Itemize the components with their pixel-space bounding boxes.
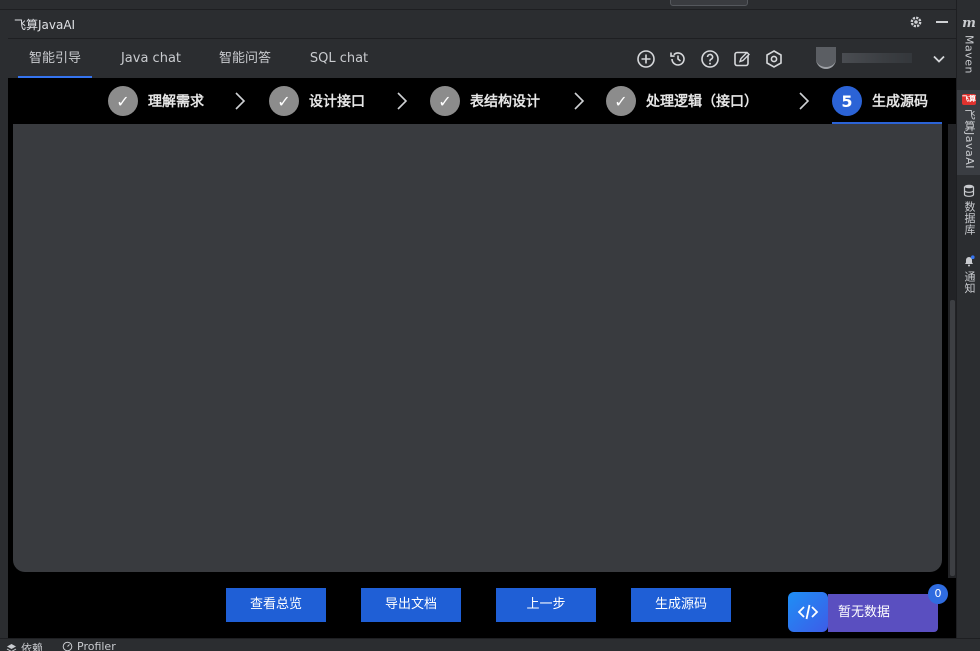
main-tabs: 智能引导 Java chat 智能问答 SQL chat	[8, 38, 956, 79]
run-config-button[interactable]	[670, 0, 748, 6]
count-badge: 0	[928, 584, 948, 604]
progress-steps: ✓ 理解需求 ✓ 设计接口 ✓ 表结构设计 ✓ 处理逻辑（接口） 5 生成源码	[8, 78, 956, 124]
database-icon	[963, 184, 975, 197]
username-redacted	[842, 53, 912, 63]
bottom-status-bar: 依赖 Profiler	[0, 638, 980, 651]
check-icon: ✓	[269, 86, 299, 116]
scrollbar-thumb[interactable]	[950, 300, 955, 576]
notifications-tool[interactable]: 通知	[957, 255, 980, 294]
step-number: 5	[832, 86, 862, 116]
tool-window-header: 飞算JavaAI	[0, 10, 956, 38]
chevron-right-icon	[574, 92, 585, 110]
chevron-down-icon[interactable]	[932, 51, 946, 65]
right-tool-sidebar: m Maven 飞算 飞算JavaAI 数据库 通知	[956, 0, 980, 638]
chevron-right-icon	[397, 92, 408, 110]
profiler-tool[interactable]: Profiler	[62, 640, 116, 651]
tool-window-title: 飞算JavaAI	[14, 17, 76, 32]
user-menu[interactable]	[816, 47, 946, 71]
top-toolbar-strip	[0, 0, 956, 10]
feisuan-javaai-tool[interactable]: 飞算 飞算JavaAI	[957, 90, 980, 176]
code-output-panel	[13, 124, 942, 572]
gear-icon[interactable]	[908, 14, 924, 30]
ide-window: 飞算JavaAI 智能引导 Java chat 智能问答 SQL chat ✓ …	[0, 0, 980, 651]
dependencies-tool[interactable]: 依赖	[6, 640, 43, 651]
check-icon: ✓	[430, 86, 460, 116]
step-generate-code[interactable]: 5 生成源码	[832, 85, 928, 117]
database-tool[interactable]: 数据库	[957, 184, 980, 236]
view-overview-button[interactable]: 查看总览	[226, 588, 326, 622]
profiler-icon	[62, 641, 73, 651]
settings-hex-icon[interactable]	[764, 49, 784, 69]
export-doc-button[interactable]: 导出文档	[361, 588, 461, 622]
widget-label: 暂无数据	[828, 594, 938, 632]
bell-icon	[965, 255, 975, 267]
chevron-right-icon	[235, 92, 246, 110]
check-icon: ✓	[108, 86, 138, 116]
history-icon[interactable]	[668, 49, 688, 69]
avatar	[816, 47, 836, 69]
previous-step-button[interactable]: 上一步	[496, 588, 596, 622]
step-table-design[interactable]: ✓ 表结构设计	[430, 85, 540, 117]
generate-code-button[interactable]: 生成源码	[631, 588, 731, 622]
feisuan-logo-icon: 飞算	[962, 94, 976, 105]
content-area	[8, 124, 956, 578]
action-bar: 查看总览 导出文档 上一步 生成源码 暂无数据 0	[8, 578, 956, 638]
edit-icon[interactable]	[732, 49, 752, 69]
add-icon[interactable]	[636, 49, 656, 69]
layers-icon	[6, 643, 17, 651]
step-understand-requirements[interactable]: ✓ 理解需求	[108, 85, 204, 117]
minimize-icon[interactable]	[934, 14, 950, 30]
tab-smart-guide[interactable]: 智能引导	[18, 39, 92, 79]
maven-icon: m	[962, 16, 976, 31]
chevron-right-icon	[799, 92, 810, 110]
step-design-interface[interactable]: ✓ 设计接口	[269, 85, 365, 117]
help-icon[interactable]	[700, 49, 720, 69]
code-generation-widget[interactable]: 暂无数据 0	[788, 584, 948, 632]
step-processing-logic[interactable]: ✓ 处理逻辑（接口）	[606, 85, 758, 117]
code-icon	[788, 592, 828, 632]
tab-sql-chat[interactable]: SQL chat	[302, 39, 376, 79]
maven-tool[interactable]: m Maven	[957, 16, 980, 74]
tab-smart-qa[interactable]: 智能问答	[208, 39, 282, 79]
check-icon: ✓	[606, 86, 636, 116]
tab-java-chat[interactable]: Java chat	[114, 39, 188, 79]
